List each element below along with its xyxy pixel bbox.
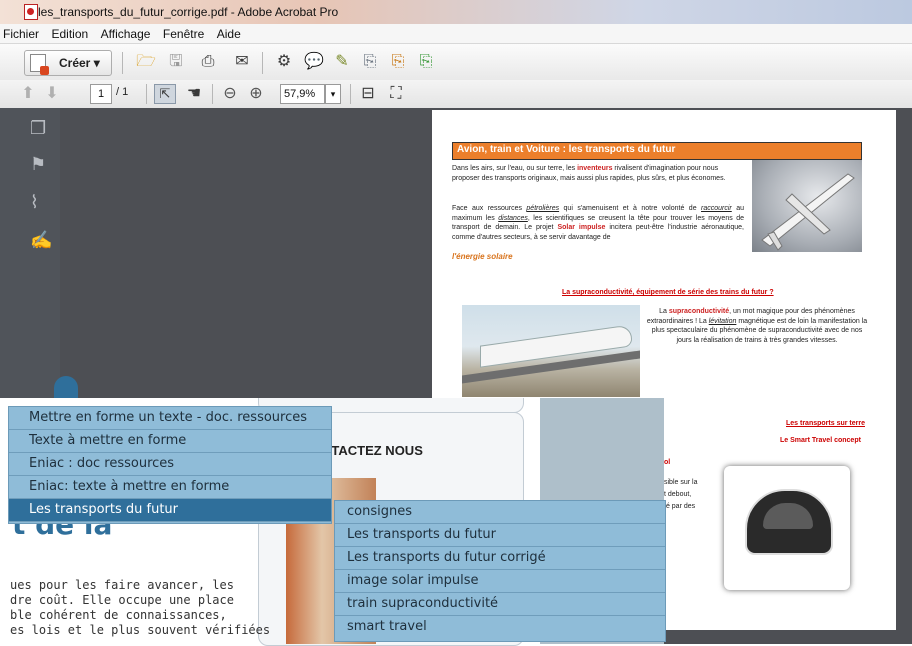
full-screen-icon[interactable]: ⛶ bbox=[386, 84, 406, 104]
pdf-paragraph-2: Face aux ressources pétrolières qui s'am… bbox=[452, 205, 745, 241]
menu-item-eniac-texte[interactable]: Eniac: texte à mettre en forme bbox=[9, 476, 331, 499]
dropdown-menu: Mettre en forme un texte - doc. ressourc… bbox=[8, 406, 332, 524]
pdf-icon bbox=[24, 4, 38, 20]
pdf-fragment: sible sur la bbox=[664, 479, 698, 486]
page-number-input[interactable]: 1 bbox=[90, 84, 112, 104]
web-body-line: dre coût. Elle occupe une place bbox=[10, 593, 234, 607]
web-body-line: ble cohérent de connaissances, bbox=[10, 608, 227, 622]
create-button[interactable]: Créer ▾ bbox=[24, 50, 112, 76]
airplane-illustration bbox=[761, 173, 855, 251]
menu-item-texte-a-mettre-en-forme[interactable]: Texte à mettre en forme bbox=[9, 430, 331, 453]
smart-travel-pod-image bbox=[724, 466, 850, 590]
pdf-paragraph-1: Dans les airs, sur l'eau, ou sur terre, … bbox=[452, 165, 726, 182]
attachments-panel-icon[interactable]: ⌇ bbox=[30, 192, 39, 213]
menu-affichage[interactable]: Affichage bbox=[101, 27, 151, 41]
create-icon bbox=[30, 54, 49, 75]
web-heading-fragment bbox=[54, 376, 78, 398]
navigation-toolbar bbox=[0, 80, 912, 109]
bookmarks-panel-icon[interactable]: ⚑ bbox=[30, 154, 46, 175]
toolbar-separator bbox=[212, 84, 213, 104]
print-icon[interactable]: ⎙ bbox=[198, 52, 218, 72]
web-body-line: ues pour les faire avancer, les bbox=[10, 578, 234, 592]
submenu-item-transports-corrige[interactable]: Les transports du futur corrigé bbox=[335, 547, 665, 570]
submenu-item-solar-impulse[interactable]: image solar impulse bbox=[335, 570, 665, 593]
submenu-item-consignes[interactable]: consignes bbox=[335, 501, 665, 524]
zoom-input[interactable]: 57,9% bbox=[280, 84, 325, 104]
menu-fenetre[interactable]: Fenêtre bbox=[163, 27, 204, 41]
submenu: consignes Les transports du futur Les tr… bbox=[334, 500, 666, 642]
zoom-dropdown-chevron-down-icon[interactable]: ▾ bbox=[325, 84, 341, 104]
toolbar-separator bbox=[350, 84, 351, 104]
email-icon[interactable]: ✉ bbox=[232, 52, 252, 72]
pod-body bbox=[745, 489, 833, 555]
zoom-in-icon[interactable]: ⊕ bbox=[246, 84, 266, 104]
create-label: Créer ▾ bbox=[59, 56, 100, 70]
pdf-section-3-title: Les transports sur terre bbox=[786, 420, 865, 427]
select-tool-icon[interactable]: ⇱ bbox=[154, 84, 176, 104]
pages-panel-icon[interactable]: ❐ bbox=[30, 118, 46, 139]
fit-page-icon[interactable]: ⊟ bbox=[358, 84, 378, 104]
review-icon[interactable]: ⎘ bbox=[416, 52, 436, 72]
menu-item-eniac-doc[interactable]: Eniac : doc ressources bbox=[9, 453, 331, 476]
zoom-out-icon[interactable]: ⊖ bbox=[220, 84, 240, 104]
submenu-item-transports[interactable]: Les transports du futur bbox=[335, 524, 665, 547]
pdf-solar-text: l'énergie solaire bbox=[452, 252, 513, 261]
pdf-paragraph-3: La supraconductivité, un mot magique pou… bbox=[646, 308, 868, 344]
pdf-fragment: ol bbox=[664, 459, 671, 466]
pod-window bbox=[763, 503, 813, 529]
share-icon[interactable]: ⎘ bbox=[388, 52, 408, 72]
comment-icon[interactable]: 💬 bbox=[304, 52, 324, 72]
hand-tool-icon[interactable]: ☚ bbox=[184, 84, 204, 104]
page-total: / 1 bbox=[116, 86, 129, 98]
pdf-section-2-title: La supraconductivité, équipement de séri… bbox=[562, 289, 774, 296]
settings-icon[interactable]: ⚙ bbox=[274, 52, 294, 72]
submenu-item-smart-travel[interactable]: smart travel bbox=[335, 616, 665, 639]
sign-icon[interactable]: ✎ bbox=[332, 52, 352, 72]
web-body-text: ues pour les faire avancer, les dre coût… bbox=[10, 578, 270, 638]
signatures-panel-icon[interactable]: ✍ bbox=[30, 230, 52, 251]
export-icon[interactable]: ⎘ bbox=[360, 52, 380, 72]
maglev-train-image bbox=[462, 305, 640, 397]
pdf-fragment: té par des bbox=[664, 503, 696, 510]
web-body-line: es lois et le plus souvent vérifiées bbox=[10, 623, 271, 637]
down-arrow-icon[interactable]: ⬇ bbox=[42, 84, 62, 104]
navigation-pane: ❐ ⚑ ⌇ ✍ bbox=[0, 108, 60, 404]
submenu-item-train[interactable]: train supraconductivité bbox=[335, 593, 665, 616]
save-icon[interactable]: 🖫 bbox=[166, 52, 186, 72]
menu-fichier[interactable]: Fichier bbox=[3, 27, 39, 41]
pdf-header-bar: Avion, train et Voiture : les transports… bbox=[452, 142, 862, 160]
toolbar-separator bbox=[122, 52, 123, 74]
menu-item-les-transports-du-futur[interactable]: Les transports du futur bbox=[9, 499, 331, 522]
toolbar-separator bbox=[146, 84, 147, 104]
title-bar: les_transports_du_futur_corrige.pdf - Ad… bbox=[0, 0, 912, 24]
open-folder-icon[interactable]: 🗁 bbox=[136, 52, 156, 72]
pdf-section-3-subtitle: Le Smart Travel concept bbox=[780, 437, 861, 444]
menu-edition[interactable]: Edition bbox=[51, 27, 88, 41]
pdf-header: Avion, train et Voiture : les transports… bbox=[457, 144, 676, 155]
pdf-fragment: t debout, bbox=[664, 491, 692, 498]
menu-aide[interactable]: Aide bbox=[217, 27, 241, 41]
toolbar-separator bbox=[262, 52, 263, 74]
menu-bar: Fichier Edition Affichage Fenêtre Aide bbox=[0, 24, 912, 44]
window-title: les_transports_du_futur_corrige.pdf - Ad… bbox=[38, 5, 339, 19]
up-arrow-icon[interactable]: ⬆ bbox=[18, 84, 38, 104]
airplane-image bbox=[752, 160, 862, 252]
contact-heading[interactable]: NTACTEZ NOUS bbox=[322, 443, 423, 458]
menu-item-mettre-en-forme-doc[interactable]: Mettre en forme un texte - doc. ressourc… bbox=[9, 407, 331, 430]
